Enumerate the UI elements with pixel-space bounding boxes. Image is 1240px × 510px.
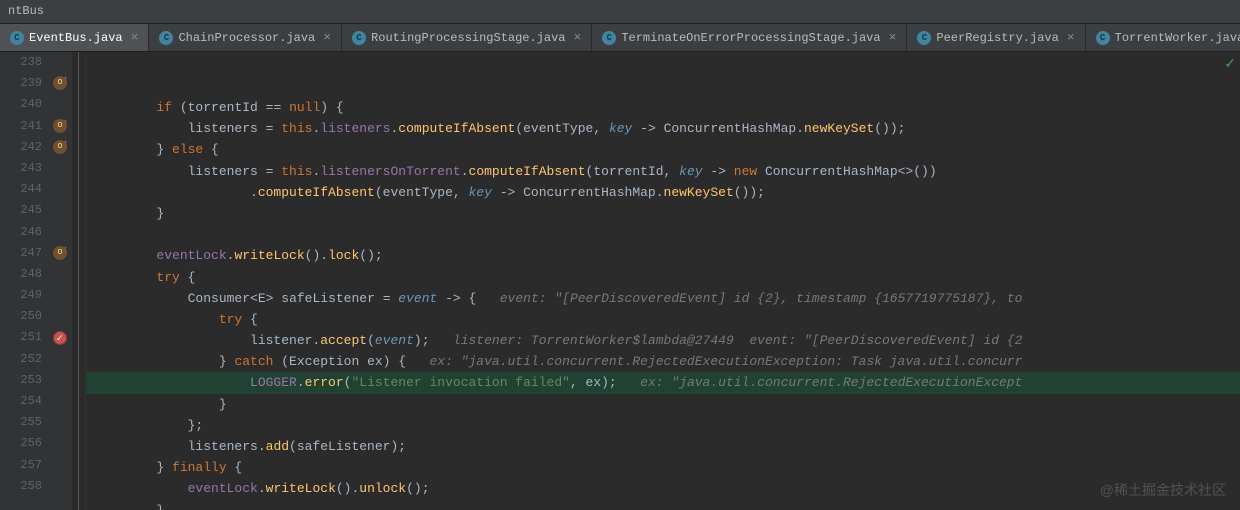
line-number[interactable]: 242 xyxy=(4,137,42,158)
title-text: ntBus xyxy=(8,4,44,18)
line-number[interactable]: 245 xyxy=(4,200,42,221)
watermark: @稀土掘金技术社区 xyxy=(1100,480,1226,500)
line-number[interactable]: 255 xyxy=(4,412,42,433)
java-class-icon: C xyxy=(602,31,616,45)
line-number[interactable]: 240 xyxy=(4,94,42,115)
line-number[interactable]: 251 xyxy=(4,327,42,348)
tab-terminateonerrorprocessingstage-java[interactable]: C TerminateOnErrorProcessingStage.java × xyxy=(592,24,907,51)
code-line[interactable]: listeners.add(safeListener); xyxy=(86,436,1240,457)
code-line[interactable] xyxy=(86,224,1240,245)
line-number[interactable]: 246 xyxy=(4,222,42,243)
close-icon[interactable]: × xyxy=(574,30,582,45)
code-line[interactable]: } catch (Exception ex) { ex: "java.util.… xyxy=(86,351,1240,372)
line-number-gutter: 2382392402412422432442452462472482492502… xyxy=(0,52,50,510)
tab-eventbus-java[interactable]: C EventBus.java × xyxy=(0,24,149,51)
tab-label: TorrentWorker.java xyxy=(1115,31,1240,45)
line-number[interactable]: 241 xyxy=(4,116,42,137)
code-line[interactable]: listeners = this.listenersOnTorrent.comp… xyxy=(86,161,1240,182)
override-marker-icon[interactable]: ↑ xyxy=(53,76,67,90)
fold-gutter xyxy=(72,52,86,510)
line-number[interactable]: 248 xyxy=(4,264,42,285)
tab-label: EventBus.java xyxy=(29,31,123,45)
code-line[interactable]: listener.accept(event); listener: Torren… xyxy=(86,330,1240,351)
tab-label: TerminateOnErrorProcessingStage.java xyxy=(621,31,880,45)
tab-label: RoutingProcessingStage.java xyxy=(371,31,565,45)
code-line[interactable]: if (torrentId == null) { xyxy=(86,97,1240,118)
line-number[interactable]: 243 xyxy=(4,158,42,179)
line-number[interactable]: 250 xyxy=(4,306,42,327)
override-marker-icon[interactable]: ↑ xyxy=(53,119,67,133)
code-line[interactable]: eventLock.writeLock().unlock(); xyxy=(86,478,1240,499)
line-number[interactable]: 256 xyxy=(4,433,42,454)
code-line[interactable]: listeners = this.listeners.computeIfAbse… xyxy=(86,118,1240,139)
java-class-icon: C xyxy=(1096,31,1110,45)
line-number[interactable]: 249 xyxy=(4,285,42,306)
title-bar: ntBus xyxy=(0,0,1240,24)
code-line[interactable]: } finally { xyxy=(86,457,1240,478)
override-marker-icon[interactable]: ↑ xyxy=(53,140,67,154)
code-line[interactable]: eventLock.writeLock().lock(); xyxy=(86,245,1240,266)
inspection-status-icon[interactable]: ✓ xyxy=(1224,56,1236,73)
code-area[interactable]: ✓ if (torrentId == null) { listeners = t… xyxy=(86,52,1240,510)
line-number[interactable]: 244 xyxy=(4,179,42,200)
line-number[interactable]: 247 xyxy=(4,243,42,264)
java-class-icon: C xyxy=(159,31,173,45)
line-number[interactable]: 254 xyxy=(4,391,42,412)
code-line[interactable]: Consumer<E> safeListener = event -> { ev… xyxy=(86,288,1240,309)
java-class-icon: C xyxy=(10,31,24,45)
tab-torrentworker-java[interactable]: CTorrentWorker.java× xyxy=(1086,24,1240,51)
code-line[interactable]: } xyxy=(86,394,1240,415)
tab-label: ChainProcessor.java xyxy=(178,31,315,45)
java-class-icon: C xyxy=(917,31,931,45)
close-icon[interactable]: × xyxy=(131,30,139,45)
tab-peerregistry-java[interactable]: C PeerRegistry.java × xyxy=(907,24,1085,51)
java-class-icon: C xyxy=(352,31,366,45)
line-number[interactable]: 258 xyxy=(4,476,42,497)
code-line[interactable]: } xyxy=(86,500,1240,510)
close-icon[interactable]: × xyxy=(1067,30,1075,45)
breakpoint-icon[interactable] xyxy=(53,331,67,345)
override-marker-icon[interactable]: ↑ xyxy=(53,246,67,260)
line-number[interactable]: 238 xyxy=(4,52,42,73)
line-number[interactable]: 252 xyxy=(4,349,42,370)
tab-bar: C EventBus.java × C ChainProcessor.java × C Rou… xyxy=(0,24,1240,52)
code-line[interactable]: } xyxy=(86,203,1240,224)
code-line[interactable]: try { xyxy=(86,267,1240,288)
tab-routingprocessingstage-java[interactable]: C RoutingProcessingStage.java × xyxy=(342,24,592,51)
code-line[interactable]: .computeIfAbsent(eventType, key -> Concu… xyxy=(86,182,1240,203)
code-line[interactable]: }; xyxy=(86,415,1240,436)
line-number[interactable]: 253 xyxy=(4,370,42,391)
code-line[interactable]: LOGGER.error("Listener invocation failed… xyxy=(86,372,1240,393)
marker-gutter: ↑ ↑ ↑ ↑ xyxy=(50,52,72,510)
line-number[interactable]: 239 xyxy=(4,73,42,94)
close-icon[interactable]: × xyxy=(889,30,897,45)
tab-label: PeerRegistry.java xyxy=(936,31,1058,45)
code-line[interactable]: } else { xyxy=(86,139,1240,160)
line-number[interactable]: 257 xyxy=(4,455,42,476)
code-line[interactable]: try { xyxy=(86,309,1240,330)
editor: 2382392402412422432442452462472482492502… xyxy=(0,52,1240,510)
close-icon[interactable]: × xyxy=(323,30,331,45)
tab-chainprocessor-java[interactable]: C ChainProcessor.java × xyxy=(149,24,342,51)
